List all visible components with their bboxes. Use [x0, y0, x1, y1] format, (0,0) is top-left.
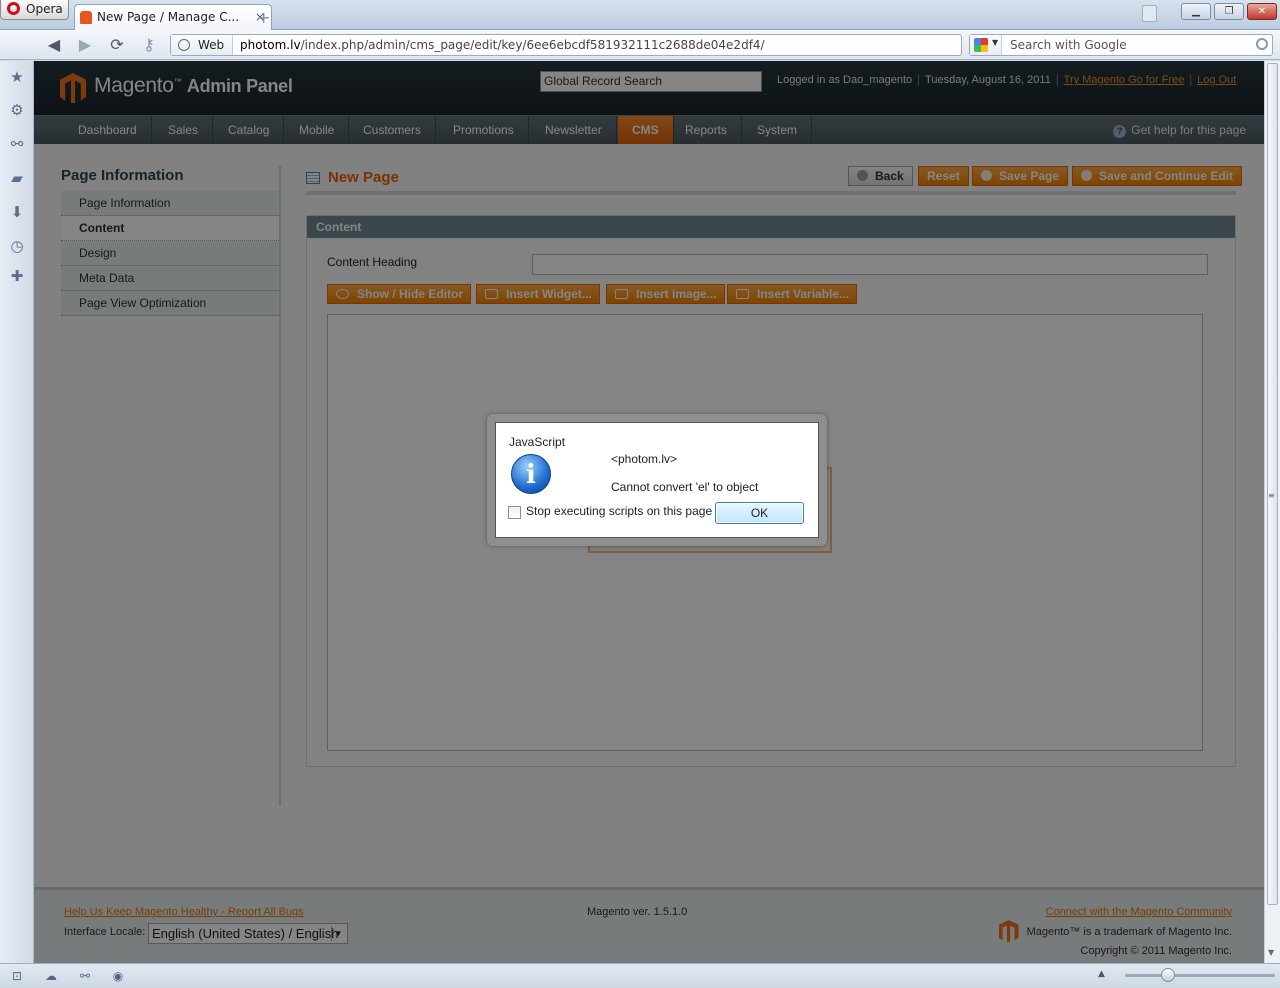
google-icon [974, 38, 988, 52]
stop-scripts-label[interactable]: Stop executing scripts on this page [526, 504, 712, 518]
zoom-slider[interactable] [1125, 974, 1275, 977]
minimize-button[interactable]: ▁ [1181, 3, 1211, 20]
unite-icon[interactable]: ⚯ [77, 969, 93, 983]
search-icon[interactable] [1256, 38, 1268, 50]
opera-menu-label: Opera [26, 2, 63, 16]
globe-icon [178, 39, 190, 51]
notes-icon[interactable]: ▰ [9, 170, 25, 186]
dialog-message: Cannot convert 'el' to object [611, 480, 759, 494]
ok-button[interactable]: OK [715, 502, 804, 524]
chevron-down-icon: ▼ [992, 38, 999, 47]
close-window-button[interactable]: ✕ [1247, 3, 1277, 20]
forward-arrow-icon[interactable]: ▶ [74, 35, 96, 55]
reload-icon[interactable]: ⟳ [106, 35, 128, 55]
panel-toggle-icon[interactable]: ⊡ [9, 969, 25, 983]
history-clock-icon[interactable]: ◷ [9, 238, 25, 254]
magento-favicon-icon [80, 11, 92, 24]
zoom-slider-handle[interactable] [1161, 968, 1175, 982]
browser-tab-strip: Opera New Page / Manage C... × + ▁ ❐ ✕ [0, 0, 1280, 30]
address-url[interactable]: photom.lv/index.php/admin/cms_page/edit/… [240, 35, 765, 55]
turbo-icon[interactable]: ◉ [110, 969, 126, 983]
opera-logo-icon [7, 2, 20, 15]
scroll-grip-icon: ≡ [1268, 491, 1275, 500]
url-path: /index.php/admin/cms_page/edit/key/6ee6e… [300, 38, 765, 52]
transfers-icon[interactable]: ⬇ [9, 204, 25, 220]
scrollbar-thumb[interactable] [1267, 63, 1278, 905]
address-web-label: Web [198, 38, 225, 52]
zoom-toggle-icon[interactable]: ▲ [1098, 969, 1105, 979]
wand-key-icon[interactable]: ⚷ [138, 35, 160, 55]
address-web-badge[interactable]: Web [171, 35, 233, 55]
opera-link-cloud-icon[interactable]: ☁ [43, 969, 59, 983]
browser-side-panel: ★ ⚙ ⚯ ▰ ⬇ ◷ ✚ [0, 61, 34, 963]
opera-menu-button[interactable]: Opera [0, 0, 69, 20]
restore-button[interactable]: ❐ [1214, 3, 1244, 20]
browser-navigation-bar: ◀ ▶ ⟳ ⚷ Web photom.lv/index.php/admin/cm… [0, 30, 1280, 60]
widgets-gear-icon[interactable]: ⚙ [9, 102, 25, 118]
trash-icon[interactable] [1142, 5, 1157, 22]
page-scrollbar[interactable]: ≡ ▼ [1264, 61, 1280, 963]
tab-title: New Page / Manage C... [97, 10, 240, 24]
address-bar[interactable]: Web photom.lv/index.php/admin/cms_page/e… [170, 34, 962, 56]
add-panel-icon[interactable]: ✚ [9, 268, 25, 284]
unite-share-icon[interactable]: ⚯ [9, 136, 25, 152]
new-tab-button[interactable]: + [257, 8, 270, 27]
stop-scripts-checkbox[interactable] [508, 506, 521, 519]
dialog-origin: <photom.lv> [611, 452, 678, 466]
info-icon: i [511, 454, 551, 494]
browser-status-bar: ⊡ ☁ ⚯ ◉ ▲ [0, 963, 1280, 988]
url-host: photom.lv [240, 38, 301, 52]
back-arrow-icon[interactable]: ◀ [43, 35, 65, 55]
browser-tab[interactable]: New Page / Manage C... × [74, 4, 272, 30]
search-bar[interactable]: ▼ Search with Google [969, 34, 1273, 56]
search-engine-selector[interactable]: ▼ [970, 35, 1002, 55]
bookmarks-star-icon[interactable]: ★ [9, 69, 25, 85]
dialog-title: JavaScript [509, 435, 566, 449]
javascript-alert-dialog: JavaScript i <photom.lv> Cannot convert … [495, 422, 819, 538]
scroll-down-arrow-icon[interactable]: ▼ [1268, 948, 1274, 957]
search-input[interactable]: Search with Google [1010, 35, 1127, 55]
